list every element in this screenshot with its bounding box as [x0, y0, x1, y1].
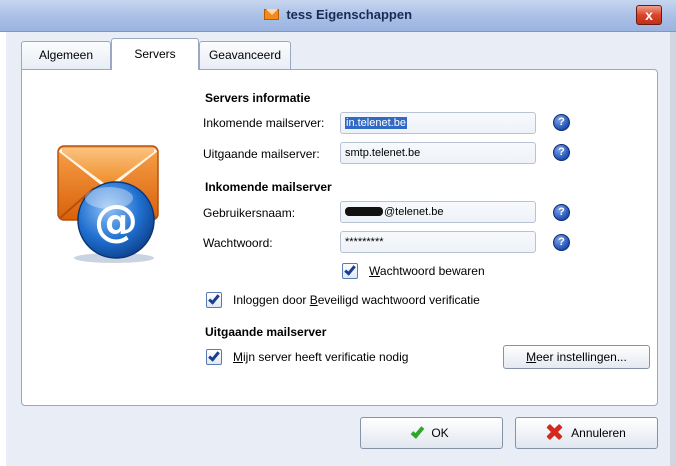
help-icon-username[interactable]: ? — [553, 204, 570, 221]
username-label: Gebruikersnaam: — [203, 206, 296, 220]
background-edge-right — [670, 0, 676, 466]
incoming-server-input[interactable]: in.telenet.be — [340, 112, 536, 134]
server-auth-required-checkbox[interactable] — [206, 349, 222, 365]
username-redacted — [345, 207, 383, 216]
secure-password-auth-label[interactable]: Inloggen door Beveiligd wachtwoord verif… — [233, 293, 480, 307]
more-settings-button[interactable]: Meer instellingen... — [503, 345, 650, 369]
title-bar[interactable]: tess Eigenschappen x — [0, 0, 676, 32]
cancel-x-icon — [547, 425, 561, 439]
servers-info-heading: Servers informatie — [205, 91, 311, 105]
password-input[interactable]: ********* — [340, 231, 536, 253]
help-icon-password[interactable]: ? — [553, 234, 570, 251]
server-auth-required-label[interactable]: Mijn server heeft verificatie nodig — [233, 350, 408, 364]
incoming-server-label: Inkomende mailserver: — [203, 116, 325, 130]
tab-servers[interactable]: Servers — [111, 38, 199, 70]
tab-general[interactable]: Algemeen — [21, 41, 111, 69]
checkmark-icon — [344, 263, 356, 276]
checkmark-icon — [410, 424, 425, 439]
outgoing-server-heading: Uitgaande mailserver — [205, 325, 327, 339]
incoming-server-value: in.telenet.be — [345, 117, 407, 129]
username-input[interactable]: @telenet.be — [340, 201, 536, 223]
username-value: @telenet.be — [384, 206, 444, 218]
password-label: Wachtwoord: — [203, 236, 273, 250]
outgoing-server-label: Uitgaande mailserver: — [203, 147, 320, 161]
svg-text:@: @ — [94, 196, 138, 247]
remember-password-label[interactable]: Wachtwoord bewaren — [369, 264, 485, 278]
servers-panel: @ Servers informatie Inkomende mailserve… — [21, 69, 658, 406]
help-icon-incoming[interactable]: ? — [553, 114, 570, 131]
tab-advanced[interactable]: Geavanceerd — [199, 41, 291, 69]
secure-password-auth-checkbox[interactable] — [206, 292, 222, 308]
mail-at-icon: @ — [57, 145, 159, 263]
outgoing-server-input[interactable]: smtp.telenet.be — [340, 142, 536, 164]
help-icon-outgoing[interactable]: ? — [553, 144, 570, 161]
incoming-server-heading: Inkomende mailserver — [205, 180, 332, 194]
properties-dialog: Algemeen Servers Geavanceerd @ Servers i… — [6, 32, 670, 466]
close-button[interactable]: x — [636, 5, 662, 25]
ok-button[interactable]: OK — [360, 417, 503, 449]
checkmark-icon — [208, 349, 220, 362]
cancel-button[interactable]: Annuleren — [515, 417, 658, 449]
window-title: tess Eigenschappen — [286, 7, 413, 22]
title-wrap: tess Eigenschappen — [0, 7, 676, 22]
remember-password-checkbox[interactable] — [342, 263, 358, 279]
checkmark-icon — [208, 292, 220, 305]
envelope-title-icon — [263, 9, 279, 20]
